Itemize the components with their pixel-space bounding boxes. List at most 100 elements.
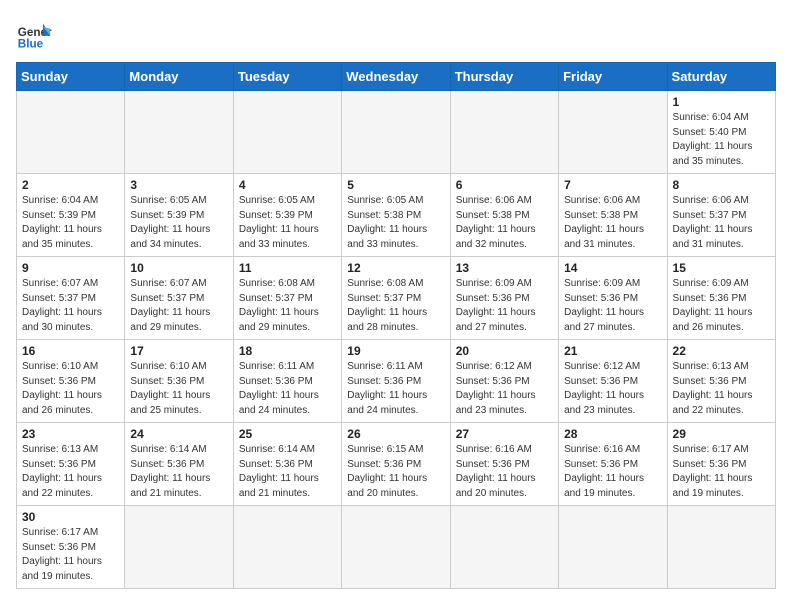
day-info: Sunrise: 6:09 AM Sunset: 5:36 PM Dayligh… [564,277,661,335]
day-number: 12 [347,261,444,275]
calendar-cell [125,91,233,174]
day-number: 25 [239,427,336,441]
day-number: 30 [22,510,119,524]
calendar-cell: 24Sunrise: 6:14 AM Sunset: 5:36 PM Dayli… [125,423,233,506]
day-number: 10 [130,261,227,275]
weekday-header-sunday: Sunday [17,63,125,91]
day-number: 5 [347,178,444,192]
day-info: Sunrise: 6:16 AM Sunset: 5:36 PM Dayligh… [564,443,661,501]
day-info: Sunrise: 6:14 AM Sunset: 5:36 PM Dayligh… [130,443,227,501]
calendar-cell: 15 Sunrise: 6:09 AM Sunset: 5:36 PM Dayli… [667,257,775,340]
day-number: 13 [456,261,553,275]
day-info: Sunrise: 6:04 AM Sunset: 5:39 PM Dayligh… [22,194,119,252]
day-number: 20 [456,344,553,358]
day-info: Sunrise: 6:07 AM Sunset: 5:37 PM Dayligh… [130,277,227,335]
calendar-week-4: 16 Sunrise: 6:10 AM Sunset: 5:36 PM Dayli… [17,340,776,423]
weekday-header-row: SundayMondayTuesdayWednesdayThursdayFrid… [17,63,776,91]
day-number: 21 [564,344,661,358]
day-number: 15 [673,261,770,275]
page-header: General Blue [16,16,776,52]
calendar-cell [125,506,233,589]
calendar-cell: 9 Sunrise: 6:07 AM Sunset: 5:37 PM Daylig… [17,257,125,340]
calendar-cell: 14Sunrise: 6:09 AM Sunset: 5:36 PM Dayli… [559,257,667,340]
day-info: Sunrise: 6:13 AM Sunset: 5:36 PM Dayligh… [22,443,119,501]
day-number: 6 [456,178,553,192]
day-info: Sunrise: 6:17 AM Sunset: 5:36 PM Dayligh… [673,443,770,501]
calendar-cell: 28 Sunrise: 6:16 AM Sunset: 5:36 PM Dayli… [559,423,667,506]
calendar-cell: 1 Sunrise: 6:04 AM Sunset: 5:40 PM Daylig… [667,91,775,174]
day-info: Sunrise: 6:09 AM Sunset: 5:36 PM Dayligh… [456,277,553,335]
calendar-cell [342,506,450,589]
calendar-week-3: 9 Sunrise: 6:07 AM Sunset: 5:37 PM Daylig… [17,257,776,340]
day-info: Sunrise: 6:17 AM Sunset: 5:36 PM Dayligh… [22,526,119,584]
day-number: 4 [239,178,336,192]
calendar-cell: 3 Sunrise: 6:05 AM Sunset: 5:39 PM Daylig… [125,174,233,257]
day-number: 19 [347,344,444,358]
day-info: Sunrise: 6:15 AM Sunset: 5:36 PM Dayligh… [347,443,444,501]
calendar-cell: 30 Sunrise: 6:17 AM Sunset: 5:36 PM Dayli… [17,506,125,589]
calendar-cell: 16Sunrise: 6:10 AM Sunset: 5:36 PM Dayli… [17,340,125,423]
weekday-header-friday: Friday [559,63,667,91]
calendar-cell: 29 Sunrise: 6:17 AM Sunset: 5:36 PM Dayli… [667,423,775,506]
day-info: Sunrise: 6:06 AM Sunset: 5:38 PM Dayligh… [564,194,661,252]
day-info: Sunrise: 6:05 AM Sunset: 5:39 PM Dayligh… [130,194,227,252]
day-info: Sunrise: 6:11 AM Sunset: 5:36 PM Dayligh… [239,360,336,418]
day-number: 26 [347,427,444,441]
day-number: 7 [564,178,661,192]
weekday-header-thursday: Thursday [450,63,558,91]
day-number: 22 [673,344,770,358]
day-info: Sunrise: 6:08 AM Sunset: 5:37 PM Dayligh… [239,277,336,335]
day-number: 2 [22,178,119,192]
calendar-cell: 5 Sunrise: 6:05 AM Sunset: 5:38 PM Daylig… [342,174,450,257]
day-number: 1 [673,95,770,109]
logo: General Blue [16,16,52,52]
day-info: Sunrise: 6:04 AM Sunset: 5:40 PM Dayligh… [673,111,770,169]
day-number: 16 [22,344,119,358]
day-number: 17 [130,344,227,358]
calendar-week-1: 1 Sunrise: 6:04 AM Sunset: 5:40 PM Daylig… [17,91,776,174]
weekday-header-monday: Monday [125,63,233,91]
day-info: Sunrise: 6:12 AM Sunset: 5:36 PM Dayligh… [456,360,553,418]
calendar-cell: 19Sunrise: 6:11 AM Sunset: 5:36 PM Dayli… [342,340,450,423]
calendar-cell [559,91,667,174]
day-number: 28 [564,427,661,441]
day-number: 3 [130,178,227,192]
weekday-header-saturday: Saturday [667,63,775,91]
calendar-cell: 17 Sunrise: 6:10 AM Sunset: 5:36 PM Dayli… [125,340,233,423]
calendar-cell [342,91,450,174]
svg-text:Blue: Blue [18,38,44,51]
calendar-week-2: 2 Sunrise: 6:04 AM Sunset: 5:39 PM Daylig… [17,174,776,257]
day-number: 18 [239,344,336,358]
day-number: 11 [239,261,336,275]
calendar-cell: 25 Sunrise: 6:14 AM Sunset: 5:36 PM Dayli… [233,423,341,506]
day-info: Sunrise: 6:06 AM Sunset: 5:38 PM Dayligh… [456,194,553,252]
calendar-cell: 13 Sunrise: 6:09 AM Sunset: 5:36 PM Dayli… [450,257,558,340]
day-info: Sunrise: 6:09 AM Sunset: 5:36 PM Dayligh… [673,277,770,335]
day-number: 9 [22,261,119,275]
weekday-header-tuesday: Tuesday [233,63,341,91]
calendar-cell: 8Sunrise: 6:06 AM Sunset: 5:37 PM Daylig… [667,174,775,257]
calendar-cell: 2 Sunrise: 6:04 AM Sunset: 5:39 PM Daylig… [17,174,125,257]
day-info: Sunrise: 6:10 AM Sunset: 5:36 PM Dayligh… [130,360,227,418]
calendar-cell [450,506,558,589]
calendar-cell [17,91,125,174]
day-info: Sunrise: 6:14 AM Sunset: 5:36 PM Dayligh… [239,443,336,501]
calendar-cell: 27Sunrise: 6:16 AM Sunset: 5:36 PM Dayli… [450,423,558,506]
calendar-cell: 4 Sunrise: 6:05 AM Sunset: 5:39 PM Daylig… [233,174,341,257]
calendar-cell: 12 Sunrise: 6:08 AM Sunset: 5:37 PM Dayli… [342,257,450,340]
calendar-week-6: 30 Sunrise: 6:17 AM Sunset: 5:36 PM Dayli… [17,506,776,589]
calendar-cell: 20 Sunrise: 6:12 AM Sunset: 5:36 PM Dayli… [450,340,558,423]
day-info: Sunrise: 6:05 AM Sunset: 5:38 PM Dayligh… [347,194,444,252]
calendar-cell: 10 Sunrise: 6:07 AM Sunset: 5:37 PM Dayli… [125,257,233,340]
day-info: Sunrise: 6:06 AM Sunset: 5:37 PM Dayligh… [673,194,770,252]
day-info: Sunrise: 6:08 AM Sunset: 5:37 PM Dayligh… [347,277,444,335]
day-number: 23 [22,427,119,441]
day-info: Sunrise: 6:12 AM Sunset: 5:36 PM Dayligh… [564,360,661,418]
calendar-week-5: 23 Sunrise: 6:13 AM Sunset: 5:36 PM Dayli… [17,423,776,506]
day-number: 29 [673,427,770,441]
day-info: Sunrise: 6:13 AM Sunset: 5:36 PM Dayligh… [673,360,770,418]
day-info: Sunrise: 6:05 AM Sunset: 5:39 PM Dayligh… [239,194,336,252]
calendar-cell: 23 Sunrise: 6:13 AM Sunset: 5:36 PM Dayli… [17,423,125,506]
calendar-table: SundayMondayTuesdayWednesdayThursdayFrid… [16,62,776,589]
day-info: Sunrise: 6:07 AM Sunset: 5:37 PM Dayligh… [22,277,119,335]
